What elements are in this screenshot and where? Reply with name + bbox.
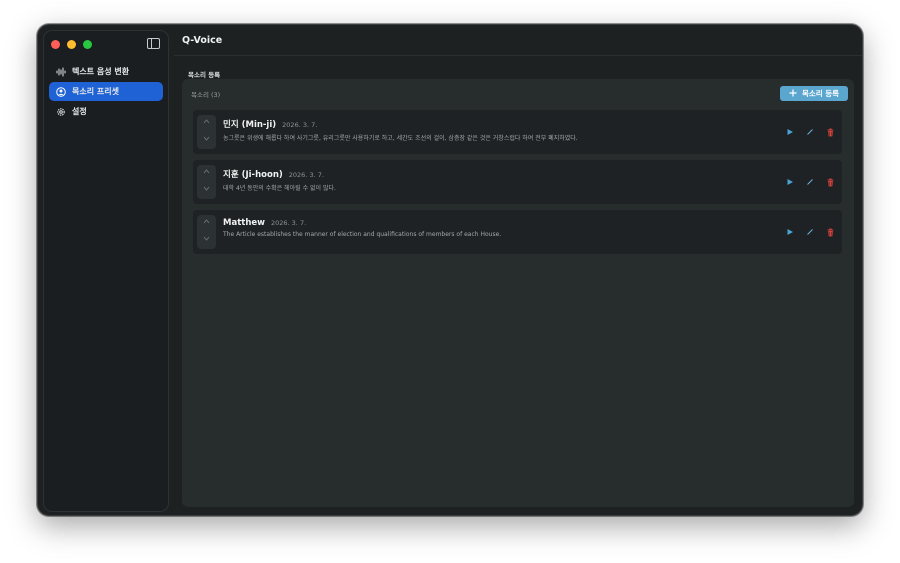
sidebar-toggle-icon[interactable] [147,38,160,49]
delete-icon[interactable] [824,126,836,138]
voice-actions [784,110,836,154]
minimize-window-button[interactable] [67,40,76,49]
sidebar-item-text-to-speech[interactable]: 텍스트 음성 변환 [49,62,163,81]
move-up-icon[interactable] [203,218,210,230]
voice-name: Matthew [223,218,265,228]
reorder-control [197,165,216,199]
app-window: 텍스트 음성 변환 목소리 프리셋 설정 Q-Voice 목소리 등록 목소리 … [37,24,863,516]
voice-info: Matthew 2026. 3. 7. The Article establis… [223,218,762,238]
sidebar-item-label: 텍스트 음성 변환 [72,67,130,76]
sidebar-item-voice-presets[interactable]: 목소리 프리셋 [49,82,163,101]
play-icon[interactable] [784,176,796,188]
move-up-icon[interactable] [203,168,210,180]
voice-preset-icon [56,86,66,97]
reorder-control [197,215,216,249]
waveform-icon [56,67,66,77]
voice-list: 민지 (Min-ji) 2026. 3. 7. 농그릇은 위생에 해롭다 하여 … [193,110,842,260]
voice-title-row: 지훈 (Ji-hoon) 2026. 3. 7. [223,168,762,180]
voice-list-item: 지훈 (Ji-hoon) 2026. 3. 7. 대학 4년 동안의 수확은 헤… [193,160,842,204]
plus-icon [789,89,797,99]
voice-info: 지훈 (Ji-hoon) 2026. 3. 7. 대학 4년 동안의 수확은 헤… [223,168,762,192]
voice-name: 민지 (Min-ji) [223,120,277,130]
play-icon[interactable] [784,126,796,138]
move-down-icon[interactable] [203,185,210,197]
voice-title-row: Matthew 2026. 3. 7. [223,218,762,228]
add-voice-label: 목소리 등록 [801,89,840,98]
voice-description: 농그릇은 위생에 해롭다 하여 사기그릇, 유리그릇만 사용하기로 하고, 세간… [223,135,578,142]
delete-icon[interactable] [824,176,836,188]
edit-icon[interactable] [804,126,816,138]
app-title: Q-Voice [182,34,223,46]
play-icon[interactable] [784,226,796,238]
delete-icon[interactable] [824,226,836,238]
gear-icon [56,107,66,117]
voice-count-label: 목소리 (3) [191,90,221,99]
voice-description: 대학 4년 동안의 수확은 헤아릴 수 없이 많다. [223,185,336,192]
edit-icon[interactable] [804,176,816,188]
sidebar-item-label: 설정 [72,107,87,116]
section-title: 목소리 등록 [188,71,221,79]
sidebar-item-settings[interactable]: 설정 [49,102,163,121]
panel-header: 목소리 (3) 목소리 등록 [182,79,854,108]
voice-date: 2026. 3. 7. [288,171,324,179]
edit-icon[interactable] [804,226,816,238]
voice-info: 민지 (Min-ji) 2026. 3. 7. 농그릇은 위생에 해롭다 하여 … [223,118,762,142]
voice-date: 2026. 3. 7. [282,121,318,129]
voice-name: 지훈 (Ji-hoon) [223,170,283,180]
sidebar-nav: 텍스트 음성 변환 목소리 프리셋 설정 [49,62,163,122]
voice-actions [784,210,836,254]
voice-panel: 목소리 (3) 목소리 등록 민지 (Min-ji) 2026. 3. 7. 농… [182,79,854,507]
zoom-window-button[interactable] [83,40,92,49]
voice-actions [784,160,836,204]
close-window-button[interactable] [51,40,60,49]
sidebar: 텍스트 음성 변환 목소리 프리셋 설정 [43,30,169,512]
voice-title-row: 민지 (Min-ji) 2026. 3. 7. [223,118,762,130]
sidebar-item-label: 목소리 프리셋 [72,87,119,96]
voice-description: The Article establishes the manner of el… [223,231,502,238]
voice-date: 2026. 3. 7. [271,219,307,227]
reorder-control [197,115,216,149]
move-down-icon[interactable] [203,135,210,147]
main-content: Q-Voice 목소리 등록 목소리 (3) 목소리 등록 민지 (Min-ji… [174,25,862,515]
window-controls [51,40,92,49]
move-down-icon[interactable] [203,235,210,247]
add-voice-button[interactable]: 목소리 등록 [780,86,848,101]
title-bar: Q-Voice [174,25,862,56]
move-up-icon[interactable] [203,118,210,130]
voice-list-item: 민지 (Min-ji) 2026. 3. 7. 농그릇은 위생에 해롭다 하여 … [193,110,842,154]
voice-list-item: Matthew 2026. 3. 7. The Article establis… [193,210,842,254]
